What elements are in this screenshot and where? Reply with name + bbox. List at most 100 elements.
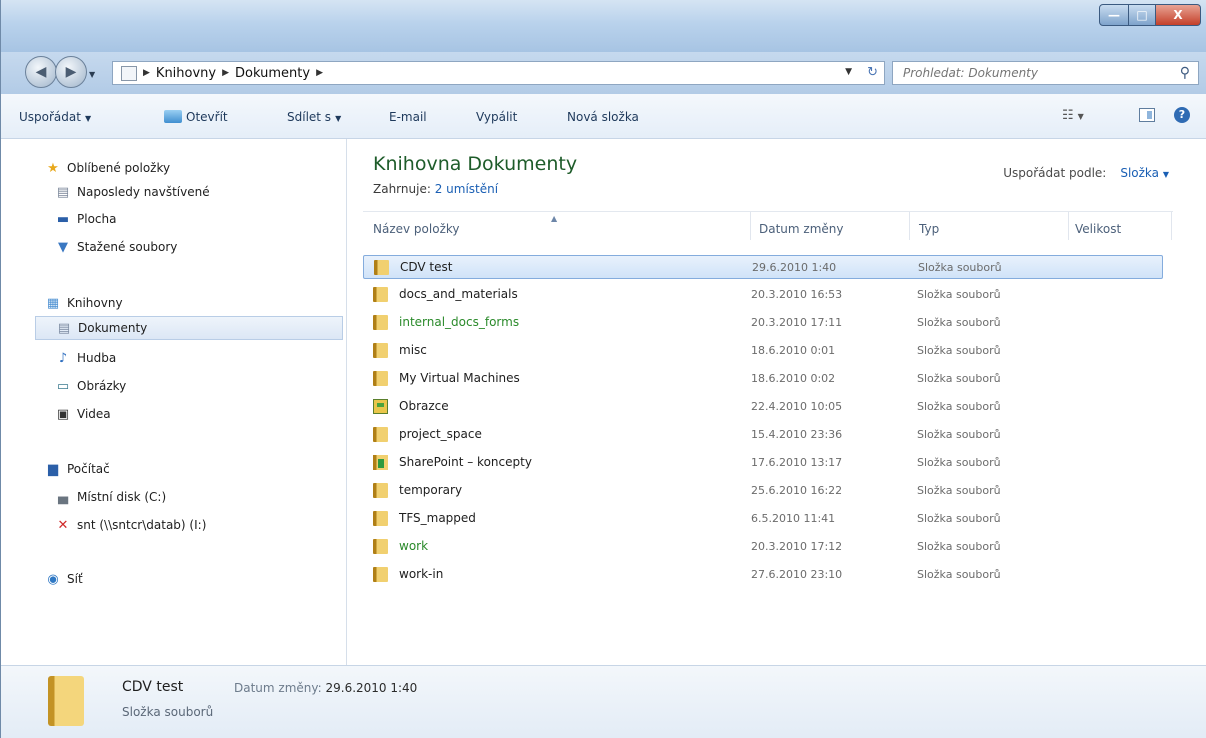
table-row[interactable]: CDV test 29.6.2010 1:40 Složka souborů bbox=[363, 255, 1163, 279]
table-row[interactable]: project_space 15.4.2010 23:36 Složka soubo… bbox=[363, 423, 1163, 447]
column-divider[interactable] bbox=[750, 212, 751, 240]
column-header-name[interactable]: Název položky bbox=[373, 222, 459, 236]
caption-buttons: — □ X bbox=[1099, 4, 1201, 26]
details-date: Datum změny: 29.6.2010 1:40 bbox=[234, 681, 417, 695]
sidebar-item-label: Oblíbené položky bbox=[67, 161, 171, 175]
sidebar-item-label: Místní disk (C:) bbox=[77, 490, 167, 504]
refresh-icon[interactable]: ↻ bbox=[867, 65, 878, 80]
back-button[interactable]: ◀ bbox=[25, 56, 57, 88]
sidebar-item-recent[interactable]: ▤ Naposledy navštívené bbox=[55, 180, 210, 204]
email-button[interactable]: E-mail bbox=[389, 110, 427, 124]
sidebar-item-label: Knihovny bbox=[67, 296, 123, 310]
table-row[interactable]: misc 18.6.2010 0:01 Složka souborů bbox=[363, 339, 1163, 363]
sidebar-item-pictures[interactable]: ▭ Obrázky bbox=[55, 374, 126, 398]
sidebar-item-network[interactable]: ◉ Síť bbox=[45, 567, 82, 591]
burn-button[interactable]: Vypálit bbox=[476, 110, 517, 124]
minimize-button[interactable]: — bbox=[1099, 4, 1129, 26]
column-divider[interactable] bbox=[909, 212, 910, 240]
sharepoint-folder-icon bbox=[373, 455, 388, 470]
hard-drive-icon: ▄ bbox=[58, 489, 68, 505]
file-date: 6.5.2010 11:41 bbox=[751, 512, 836, 525]
share-label: Sdílet s bbox=[287, 110, 332, 124]
sidebar-item-favorites[interactable]: ★ Oblíbené položky bbox=[45, 156, 170, 180]
search-box[interactable]: ⚲ bbox=[892, 61, 1199, 85]
folder-icon bbox=[373, 539, 388, 554]
column-header-type[interactable]: Typ bbox=[919, 222, 939, 236]
maximize-icon: □ bbox=[1136, 8, 1148, 22]
navigation-pane: ★ Oblíbené položky ▤ Naposledy navštívené … bbox=[1, 139, 347, 665]
chevron-right-icon[interactable]: ▶ bbox=[222, 68, 229, 78]
sidebar-item-label: snt (\\sntcr\datab) (I:) bbox=[77, 518, 207, 532]
column-divider[interactable] bbox=[1171, 212, 1172, 240]
new-folder-button[interactable]: Nová složka bbox=[567, 110, 639, 124]
file-name: SharePoint – koncepty bbox=[399, 455, 532, 469]
library-includes: Zahrnuje: 2 umístění bbox=[373, 182, 498, 196]
file-name: My Virtual Machines bbox=[399, 371, 520, 385]
table-row[interactable]: My Virtual Machines 18.6.2010 0:02 Složka … bbox=[363, 367, 1163, 391]
search-input[interactable] bbox=[903, 66, 1163, 80]
sidebar-item-desktop[interactable]: ▬ Plocha bbox=[55, 207, 117, 231]
arrange-by: Uspořádat podle: Složka ▼ bbox=[1003, 166, 1169, 180]
table-row[interactable]: Obrazce 22.4.2010 10:05 Složka souborů bbox=[363, 395, 1163, 419]
document-icon: ▤ bbox=[57, 320, 71, 336]
folder-icon bbox=[374, 260, 389, 275]
preview-pane-icon[interactable] bbox=[1139, 108, 1155, 122]
details-item-name: CDV test bbox=[122, 679, 184, 695]
file-type: Složka souborů bbox=[917, 288, 1001, 301]
recent-pages-dropdown[interactable]: ▼ bbox=[89, 70, 95, 79]
includes-locations-link[interactable]: 2 umístění bbox=[435, 182, 498, 196]
close-icon: X bbox=[1173, 8, 1183, 22]
breadcrumb-libraries[interactable]: Knihovny bbox=[156, 66, 216, 81]
computer-icon: ▆ bbox=[48, 461, 58, 477]
sidebar-item-computer[interactable]: ▆ Počítač bbox=[45, 457, 110, 481]
address-bar[interactable]: ▶ Knihovny ▶ Dokumenty ▶ ▼ ↻ bbox=[112, 61, 885, 85]
sidebar-item-label: Plocha bbox=[77, 212, 117, 226]
address-dropdown[interactable]: ▼ bbox=[845, 67, 852, 77]
search-icon[interactable]: ⚲ bbox=[1180, 65, 1190, 81]
sidebar-item-label: Dokumenty bbox=[78, 321, 148, 335]
email-label: E-mail bbox=[389, 110, 427, 124]
file-name: CDV test bbox=[400, 260, 453, 274]
chevron-down-icon: ▼ bbox=[1162, 170, 1169, 179]
file-date: 20.3.2010 17:11 bbox=[751, 316, 843, 329]
sidebar-item-network-drive[interactable]: ✕ snt (\\sntcr\datab) (I:) bbox=[55, 513, 207, 537]
file-date: 25.6.2010 16:22 bbox=[751, 484, 843, 497]
sidebar-item-libraries[interactable]: ▦ Knihovny bbox=[45, 291, 123, 315]
help-icon[interactable]: ? bbox=[1174, 107, 1190, 123]
sidebar-item-music[interactable]: ♪ Hudba bbox=[55, 346, 116, 370]
column-divider[interactable] bbox=[1068, 212, 1069, 240]
arrange-by-dropdown[interactable]: Složka ▼ bbox=[1120, 166, 1169, 180]
sidebar-item-local-disk[interactable]: ▄ Místní disk (C:) bbox=[55, 485, 166, 509]
column-header-size[interactable]: Velikost bbox=[1075, 222, 1121, 236]
table-row[interactable]: work 20.3.2010 17:12 Složka souborů bbox=[363, 535, 1163, 559]
table-row[interactable]: docs_and_materials 20.3.2010 16:53 Složka … bbox=[363, 283, 1163, 307]
organize-button[interactable]: Uspořádat ▼ bbox=[19, 110, 91, 124]
sidebar-item-videos[interactable]: ▣ Videa bbox=[55, 402, 111, 426]
maximize-button[interactable]: □ bbox=[1129, 4, 1156, 26]
table-row[interactable]: TFS_mapped 6.5.2010 11:41 Složka souborů bbox=[363, 507, 1163, 531]
share-button[interactable]: Sdílet s ▼ bbox=[287, 110, 341, 124]
file-name: TFS_mapped bbox=[399, 511, 476, 525]
folder-icon bbox=[373, 427, 388, 442]
chevron-right-icon[interactable]: ▶ bbox=[143, 68, 150, 78]
close-button[interactable]: X bbox=[1156, 4, 1201, 26]
table-row[interactable]: work-in 27.6.2010 23:10 Složka souborů bbox=[363, 563, 1163, 587]
folder-icon bbox=[373, 567, 388, 582]
sidebar-item-label: Videa bbox=[77, 407, 111, 421]
view-options-button[interactable]: ☷ ▼ bbox=[1062, 108, 1084, 123]
sidebar-item-documents[interactable]: ▤ Dokumenty bbox=[35, 316, 343, 340]
column-header-date[interactable]: Datum změny bbox=[759, 222, 844, 236]
music-icon: ♪ bbox=[58, 350, 68, 366]
chevron-right-icon[interactable]: ▶ bbox=[316, 68, 323, 78]
forward-button[interactable]: ▶ bbox=[55, 56, 87, 88]
file-date: 15.4.2010 23:36 bbox=[751, 428, 843, 441]
sidebar-item-downloads[interactable]: ▼ Stažené soubory bbox=[55, 235, 177, 259]
table-row[interactable]: SharePoint – koncepty 17.6.2010 13:17 Slož… bbox=[363, 451, 1163, 475]
burn-label: Vypálit bbox=[476, 110, 518, 124]
table-row[interactable]: internal_docs_forms 20.3.2010 17:11 Složka… bbox=[363, 311, 1163, 335]
recent-places-icon: ▤ bbox=[56, 184, 70, 200]
table-row[interactable]: temporary 25.6.2010 16:22 Složka souborů bbox=[363, 479, 1163, 503]
breadcrumb-documents[interactable]: Dokumenty bbox=[235, 66, 310, 81]
open-button[interactable]: Otevřít bbox=[164, 110, 228, 124]
chevron-down-icon: ▼ bbox=[84, 114, 92, 123]
